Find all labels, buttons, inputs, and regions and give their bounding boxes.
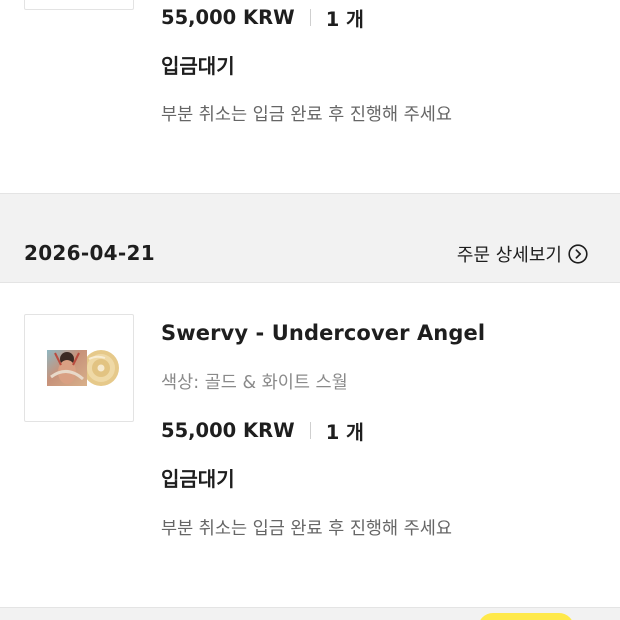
option-value: 골드 & 화이트 스월	[204, 373, 348, 393]
product-option: 색상: 골드 & 화이트 스월	[161, 369, 348, 394]
order-detail-link[interactable]: 주문 상세보기	[457, 241, 588, 267]
chevron-right-circle-icon	[568, 244, 588, 264]
floating-action-button[interactable]	[478, 613, 574, 620]
product-quantity: 1 개	[325, 8, 364, 31]
order-header: 2026-04-21 주문 상세보기	[0, 226, 620, 282]
price-quantity-row: 55,000 KRW 1 개	[161, 416, 364, 445]
order-history-screen: 55,000 KRW 1 개 입금대기 부분 취소는 입금 완료 후 진행해 주…	[0, 0, 620, 620]
order-status: 입금대기	[161, 54, 235, 78]
product-price: 55,000 KRW	[161, 419, 295, 442]
option-label: 색상:	[161, 373, 200, 393]
product-price: 55,000 KRW	[161, 6, 295, 29]
order-status: 입금대기	[161, 467, 235, 491]
product-quantity: 1 개	[325, 421, 364, 444]
order-note: 부분 취소는 입금 완료 후 진행해 주세요	[161, 519, 452, 539]
order-detail-label: 주문 상세보기	[456, 245, 562, 266]
product-title[interactable]: Swervy - Undercover Angel	[161, 321, 485, 345]
order-note: 부분 취소는 입금 완료 후 진행해 주세요	[161, 105, 452, 125]
order-card: Swervy - Undercover Angel 색상: 골드 & 화이트 스…	[0, 282, 620, 608]
divider	[309, 9, 311, 26]
order-card: 55,000 KRW 1 개 입금대기 부분 취소는 입금 완료 후 진행해 주…	[0, 0, 620, 194]
divider	[309, 422, 311, 439]
album-cover-image	[47, 350, 119, 386]
product-thumbnail[interactable]	[24, 314, 134, 422]
order-date: 2026-04-21	[24, 241, 155, 265]
product-thumbnail[interactable]	[24, 0, 134, 10]
price-quantity-row: 55,000 KRW 1 개	[161, 3, 364, 32]
